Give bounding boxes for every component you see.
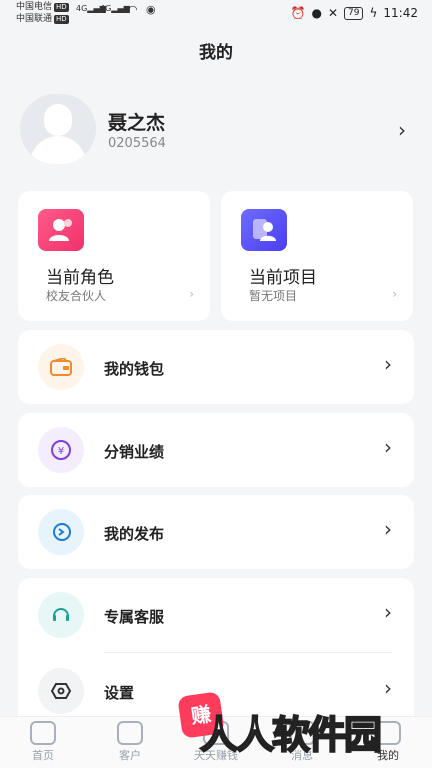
page-title: 我的: [199, 43, 233, 63]
menu-item-label: 我的发布: [104, 525, 165, 543]
project-user-icon: [241, 209, 287, 251]
current-project-value: 暂无项目: [249, 289, 298, 303]
charging-icon: ϟ: [369, 6, 378, 20]
wifi-icon: ◠: [128, 3, 138, 16]
tab-label: 首页: [32, 749, 54, 762]
svg-text:¥: ¥: [58, 446, 64, 457]
yen-coin-icon: ¥: [38, 427, 84, 473]
menu-item-customer-service[interactable]: 专属客服 ›: [18, 578, 414, 652]
current-project-title: 当前项目: [249, 268, 317, 288]
tab-label: 客户: [119, 749, 141, 762]
tab-customers[interactable]: 客户: [100, 721, 160, 763]
chevron-right-icon: ›: [384, 600, 392, 624]
avatar[interactable]: [20, 94, 96, 164]
settings-hex-icon: [38, 668, 84, 714]
location-icon: ●: [311, 6, 322, 20]
clock: 11:42: [383, 6, 418, 20]
mute-icon: ✕: [327, 6, 339, 20]
avatar-head-shape: [44, 104, 72, 136]
headset-icon: [38, 592, 84, 638]
carrier-2: 中国联通 HD: [16, 14, 69, 25]
network-2-label: 4G: [100, 4, 112, 13]
menu-item-my-posts[interactable]: 我的发布 ›: [18, 495, 414, 569]
watermark-text: 人人软件园: [199, 712, 383, 758]
menu-item-label: 分销业绩: [104, 443, 165, 461]
chevron-right-icon: ›: [392, 287, 397, 301]
profile-header[interactable]: 聂之杰 0205564 ›: [18, 94, 414, 164]
divider: [104, 652, 392, 653]
chevron-right-icon[interactable]: ›: [398, 118, 406, 142]
menu-item-sales-performance[interactable]: ¥ 分销业绩 ›: [18, 413, 414, 487]
network-1-label: 4G: [76, 4, 88, 13]
hd-badge: HD: [54, 15, 69, 24]
battery-indicator: 79: [344, 6, 364, 20]
chevron-right-icon: ›: [384, 352, 392, 376]
menu-item-label: 专属客服: [104, 608, 165, 626]
user-pair-icon: [38, 209, 84, 251]
hd-badge: HD: [54, 3, 69, 12]
user-name: 聂之杰: [108, 112, 166, 134]
status-right: ⏰ ● ✕ 79 ϟ 11:42: [291, 6, 418, 20]
carrier-1: 中国电信 HD: [16, 2, 69, 13]
account-icon: ◉: [146, 3, 156, 16]
publish-icon: [38, 509, 84, 555]
menu-item-label: 设置: [104, 684, 135, 702]
chevron-right-icon: ›: [384, 435, 392, 459]
carrier-2-label: 中国联通: [16, 14, 53, 24]
watermark: 赚 人人软件园: [177, 691, 424, 764]
chevron-right-icon: ›: [384, 517, 392, 541]
current-project-card[interactable]: 当前项目 暂无项目 ›: [221, 191, 413, 321]
avatar-body-shape: [30, 136, 86, 164]
status-bar: 中国电信 HD 中国联通 HD 4G▂▄▆ 4G▂▄▆ ◠ ◉ ⏰ ● ✕ 79 ϟ…: [0, 0, 432, 28]
current-role-card[interactable]: 当前角色 校友合伙人 ›: [18, 191, 210, 321]
alarm-icon: ⏰: [290, 6, 306, 20]
signal-2-icon: 4G▂▄▆: [100, 4, 130, 13]
tab-home[interactable]: 首页: [13, 721, 73, 763]
current-role-title: 当前角色: [46, 268, 114, 288]
menu-item-label: 我的钱包: [104, 360, 165, 378]
wallet-icon: [38, 344, 84, 390]
home-icon: [30, 721, 56, 745]
current-role-value: 校友合伙人: [46, 289, 107, 303]
chevron-right-icon: ›: [189, 287, 194, 301]
carrier-1-label: 中国电信: [16, 2, 53, 12]
menu-item-wallet[interactable]: 我的钱包 ›: [18, 330, 414, 404]
customer-icon: [117, 721, 143, 745]
user-id: 0205564: [108, 136, 166, 151]
